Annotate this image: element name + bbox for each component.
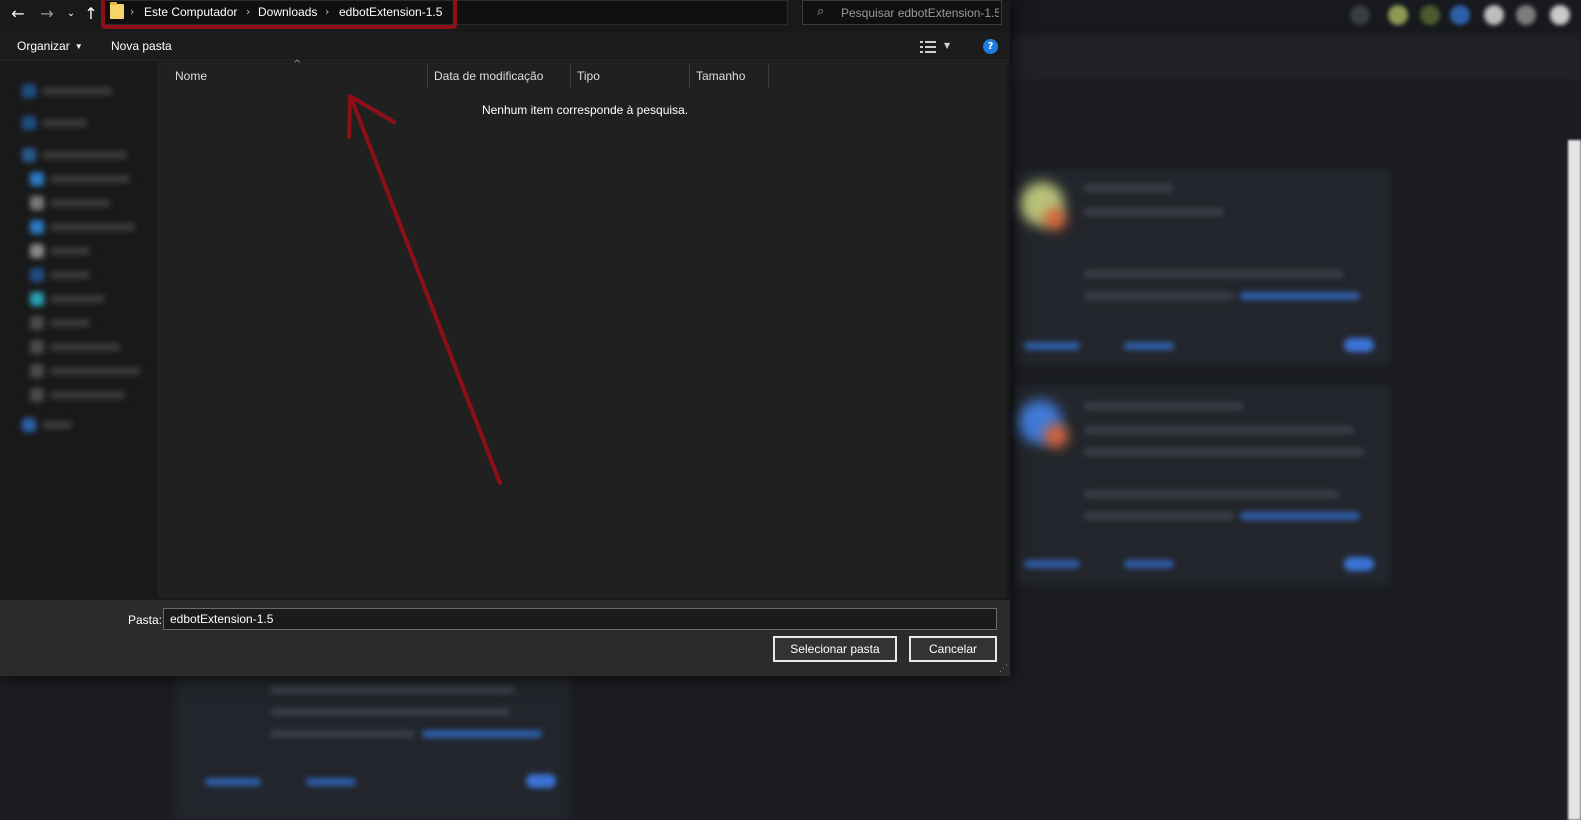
address-bar-row: ← → ⌄ ↑ › Este Computador › Downloads › … xyxy=(0,0,1010,29)
column-header-type[interactable]: Tipo xyxy=(577,69,600,83)
background-link xyxy=(1240,512,1360,520)
breadcrumb-separator-icon[interactable]: › xyxy=(130,5,134,18)
breadcrumb-separator-icon[interactable]: › xyxy=(246,5,250,18)
sort-ascending-icon: ^ xyxy=(293,59,302,70)
background-text xyxy=(1084,402,1244,410)
background-text xyxy=(1084,512,1234,520)
nav-item[interactable] xyxy=(30,340,120,354)
address-bar[interactable]: › Este Computador › Downloads › edbotExt… xyxy=(102,0,880,25)
nav-item[interactable] xyxy=(30,316,90,330)
column-header-name[interactable]: Nome xyxy=(175,69,207,83)
background-toolbar xyxy=(1010,0,1581,32)
select-folder-button[interactable]: Selecionar pasta xyxy=(773,636,897,662)
select-folder-dialog: ← → ⌄ ↑ › Este Computador › Downloads › … xyxy=(0,0,1010,676)
column-header-size[interactable]: Tamanho xyxy=(696,69,745,83)
new-folder-button[interactable]: Nova pasta xyxy=(111,39,172,53)
nav-item[interactable] xyxy=(22,116,87,130)
organize-dropdown-icon: ▼ xyxy=(74,42,83,51)
background-extension-badge xyxy=(1044,208,1066,230)
background-icon xyxy=(1450,5,1470,25)
back-arrow-icon[interactable]: ← xyxy=(8,3,28,23)
background-link xyxy=(306,778,356,786)
background-text xyxy=(1084,490,1339,498)
background-link xyxy=(1024,560,1080,568)
nav-item[interactable] xyxy=(22,418,72,432)
background-text xyxy=(270,708,510,716)
background-text xyxy=(1084,292,1234,300)
command-bar: Organizar ▼ Nova pasta ▼ ? xyxy=(0,33,1010,61)
view-dropdown-icon[interactable]: ▼ xyxy=(944,41,950,50)
background-icon xyxy=(1350,5,1370,25)
background-scrollbar xyxy=(1568,140,1581,820)
nav-item[interactable] xyxy=(30,220,135,234)
background-text xyxy=(270,686,515,694)
organize-label: Organizar xyxy=(17,39,70,53)
navigation-pane[interactable] xyxy=(0,62,156,598)
background-link xyxy=(1124,342,1174,350)
dialog-footer: Pasta: Selecionar pasta Cancelar ⋰ xyxy=(0,600,1010,676)
background-toggle xyxy=(1344,557,1374,571)
help-icon[interactable]: ? xyxy=(983,39,998,54)
forward-arrow-icon[interactable]: → xyxy=(37,3,57,23)
background-card xyxy=(175,676,570,820)
breadcrumb-current-folder[interactable]: edbotExtension-1.5 xyxy=(339,5,442,19)
column-header-modified[interactable]: Data de modificação xyxy=(434,69,543,83)
background-icon xyxy=(1516,5,1536,25)
background-text xyxy=(1084,208,1224,216)
breadcrumb-this-computer[interactable]: Este Computador xyxy=(144,5,237,19)
nav-item[interactable] xyxy=(22,84,112,98)
nav-item[interactable] xyxy=(30,196,110,210)
search-icon: ⌕ xyxy=(817,4,825,19)
background-link xyxy=(1240,292,1360,300)
column-divider[interactable] xyxy=(768,64,769,88)
background-subbar xyxy=(1010,38,1581,80)
background-icon xyxy=(1550,5,1570,25)
column-divider[interactable] xyxy=(689,64,690,88)
cancel-button[interactable]: Cancelar xyxy=(909,636,997,662)
folder-icon xyxy=(110,2,124,19)
nav-item[interactable] xyxy=(30,268,90,282)
nav-item[interactable] xyxy=(30,364,140,378)
up-arrow-icon[interactable]: ↑ xyxy=(81,3,101,23)
nav-item[interactable] xyxy=(30,292,105,306)
resize-grip-icon[interactable]: ⋰ xyxy=(999,664,1008,674)
background-card xyxy=(1015,385,1390,585)
background-link xyxy=(1124,560,1174,568)
column-divider[interactable] xyxy=(427,64,428,88)
breadcrumb-separator-icon[interactable]: › xyxy=(325,5,329,18)
organize-button[interactable]: Organizar ▼ xyxy=(17,39,83,53)
recent-locations-chevron-icon[interactable]: ⌄ xyxy=(61,3,81,23)
background-text xyxy=(1084,270,1344,278)
search-box[interactable]: ⌕ xyxy=(802,0,1002,25)
empty-results-message: Nenhum item corresponde à pesquisa. xyxy=(481,103,689,117)
column-divider[interactable] xyxy=(570,64,571,88)
folder-field-label: Pasta: xyxy=(128,613,163,627)
search-input[interactable] xyxy=(841,1,999,24)
background-text xyxy=(1084,184,1174,192)
background-icon xyxy=(1420,5,1440,25)
folder-name-input[interactable] xyxy=(163,608,997,630)
background-text xyxy=(1084,426,1354,434)
background-extension-badge xyxy=(1044,424,1068,448)
nav-item[interactable] xyxy=(30,388,125,402)
background-text xyxy=(270,730,415,738)
background-toggle xyxy=(1344,338,1374,352)
nav-item[interactable] xyxy=(22,148,127,162)
breadcrumb-downloads[interactable]: Downloads xyxy=(258,5,317,19)
background-icon xyxy=(1388,5,1408,25)
nav-item[interactable] xyxy=(30,244,90,258)
background-link xyxy=(205,778,261,786)
nav-item[interactable] xyxy=(30,172,130,186)
background-icon xyxy=(1484,5,1504,25)
view-options-icon[interactable] xyxy=(920,41,936,53)
file-list[interactable]: ^ Nome Data de modificação Tipo Tamanho … xyxy=(157,59,1007,598)
background-link xyxy=(422,730,542,738)
background-card xyxy=(1015,170,1390,365)
background-text xyxy=(1084,448,1364,456)
background-toggle xyxy=(526,774,556,788)
background-link xyxy=(1024,342,1080,350)
